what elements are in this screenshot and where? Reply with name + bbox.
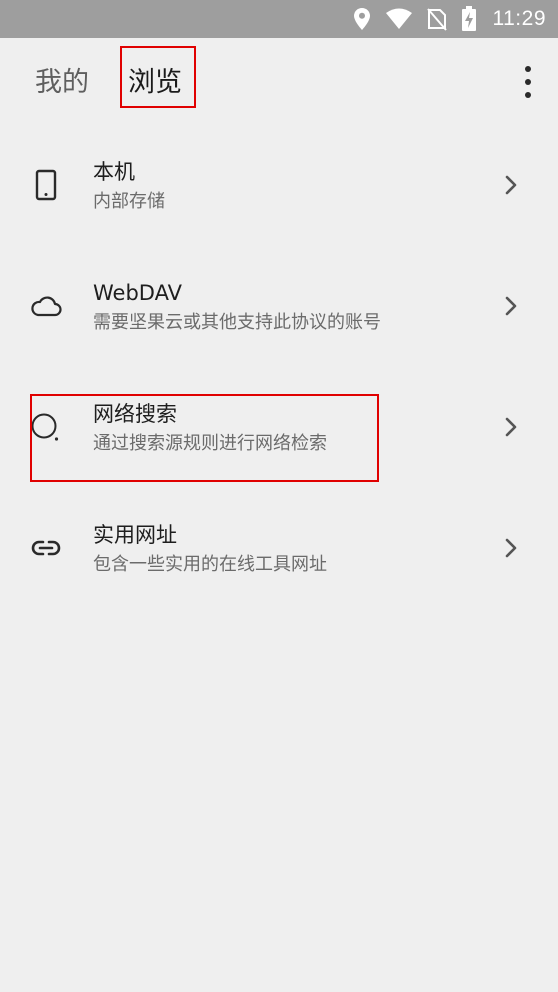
- status-bar: 11:29: [0, 0, 558, 38]
- app-bar: 我的 浏览: [0, 38, 558, 128]
- tab-browse[interactable]: 浏览: [128, 66, 182, 100]
- chevron-right-icon: [504, 415, 518, 439]
- list-item-subtitle: 内部存储: [93, 191, 165, 212]
- list-item-useful-links[interactable]: 实用网址 包含一些实用的在线工具网址: [0, 491, 558, 612]
- list-item-subtitle: 包含一些实用的在线工具网址: [93, 554, 327, 575]
- list-item-subtitle: 需要坚果云或其他支持此协议的账号: [93, 312, 381, 333]
- phone-icon: [30, 168, 62, 202]
- chevron-right-icon: [504, 536, 518, 560]
- location-icon: [353, 7, 371, 31]
- more-options-icon[interactable]: [520, 66, 536, 98]
- list-item-webdav[interactable]: WebDAV 需要坚果云或其他支持此协议的账号: [0, 249, 558, 370]
- list-item-title: 本机: [93, 160, 135, 184]
- battery-charging-icon: [461, 6, 477, 32]
- cloud-icon: [30, 289, 62, 323]
- list-item-subtitle: 通过搜索源规则进行网络检索: [93, 433, 327, 454]
- chevron-right-icon: [504, 173, 518, 197]
- list-item-title: 网络搜索: [93, 402, 177, 426]
- list-item-web-search[interactable]: 网络搜索 通过搜索源规则进行网络检索: [0, 370, 558, 491]
- wifi-icon: [385, 8, 413, 30]
- no-sim-icon: [426, 7, 447, 31]
- status-time: 11:29: [492, 7, 546, 30]
- source-list: 本机 内部存储 WebDAV 需要坚果云或其他支持此协议的账号 网络搜索 通过搜…: [0, 128, 558, 612]
- tab-mine[interactable]: 我的: [35, 66, 89, 100]
- search-icon: [30, 410, 62, 444]
- link-icon: [30, 531, 62, 565]
- list-item-title: WebDAV: [93, 281, 182, 305]
- list-item-title: 实用网址: [93, 523, 177, 547]
- chevron-right-icon: [504, 294, 518, 318]
- list-item-local[interactable]: 本机 内部存储: [0, 128, 558, 249]
